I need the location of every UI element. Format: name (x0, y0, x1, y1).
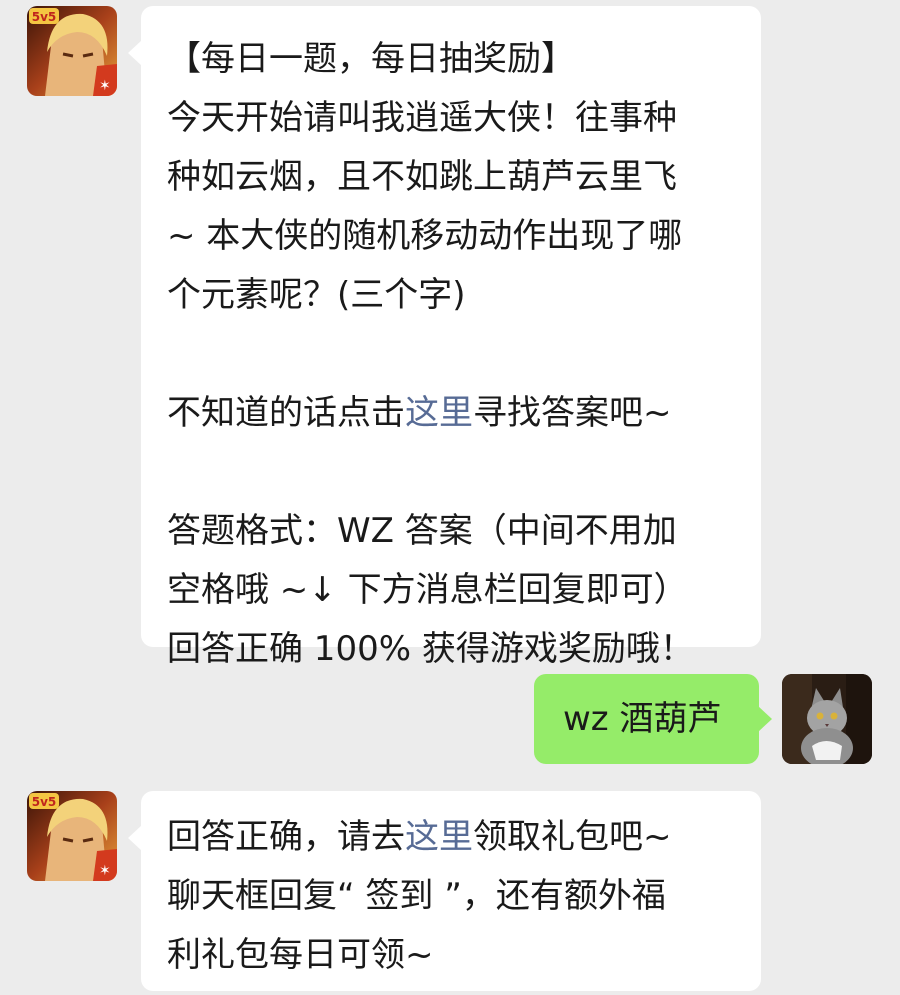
incoming-question-bubble: 【每日一题，每日抽奖励】 今天开始请叫我逍遥大侠！往事种 种如云烟，且不如跳上葫… (128, 6, 761, 669)
svg-text:✶: ✶ (99, 863, 111, 879)
answer-text-after: 领取礼包吧~ (473, 817, 672, 857)
reply-text: wz 酒葫芦 (563, 699, 722, 739)
game-account-avatar[interactable]: ✶ 5v5 (27, 791, 117, 881)
hint-link[interactable]: 这里 (405, 393, 473, 433)
user-avatar[interactable] (782, 674, 872, 764)
svg-text:✶: ✶ (99, 78, 111, 94)
question-line: ~ 本大侠的随机移动动作出现了哪 (167, 216, 683, 256)
incoming-answer-bubble: 回答正确，请去这里领取礼包吧~ 聊天框回复“ 签到 ”，还有额外福 利礼包每日可… (128, 791, 761, 991)
question-line: 今天开始请叫我逍遥大侠！往事种 (167, 98, 677, 138)
format-line: 答题格式：WZ 答案（中间不用加 (167, 511, 677, 551)
answer-text-before: 回答正确，请去 (167, 817, 405, 857)
answer-line: 聊天框回复“ 签到 ”，还有额外福 (167, 876, 666, 916)
hint-text-after: 寻找答案吧~ (473, 393, 672, 433)
hint-text-before: 不知道的话点击 (167, 393, 405, 433)
hero-portrait-icon: ✶ 5v5 (27, 6, 117, 96)
hint-line: 不知道的话点击这里寻找答案吧~ (167, 384, 739, 443)
question-line: 种如云烟，且不如跳上葫芦云里飞 (167, 157, 677, 197)
game-account-avatar[interactable]: ✶ 5v5 (27, 6, 117, 96)
question-title: 【每日一题，每日抽奖励】 (167, 39, 575, 79)
answer-line: 利礼包每日可领~ (167, 935, 434, 975)
question-line: 个元素呢？(三个字) (167, 275, 466, 315)
hero-portrait-icon: ✶ 5v5 (27, 791, 117, 881)
outgoing-reply-bubble: wz 酒葫芦 (534, 674, 772, 764)
cat-photo-icon (782, 674, 872, 764)
game-badge-text: 5v5 (32, 795, 57, 809)
format-line: 回答正确 100% 获得游戏奖励哦！ (167, 629, 694, 669)
format-line: 空格哦 ~↓ 下方消息栏回复即可） (167, 570, 688, 610)
game-badge-text: 5v5 (32, 10, 57, 24)
reward-link[interactable]: 这里 (405, 817, 473, 857)
answer-line: 回答正确，请去这里领取礼包吧~ (167, 808, 739, 867)
